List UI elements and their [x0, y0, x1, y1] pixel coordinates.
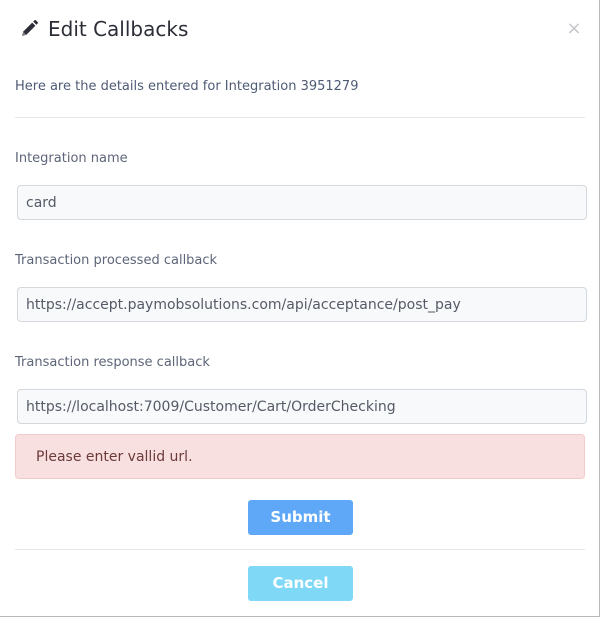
alert-message: Please enter vallid url. — [36, 449, 193, 465]
transaction-processed-callback-label: Transaction processed callback — [15, 253, 218, 268]
transaction-response-callback-input[interactable] — [17, 389, 587, 424]
header-divider — [15, 117, 585, 118]
integration-name-label: Integration name — [15, 151, 128, 166]
transaction-processed-callback-input[interactable] — [17, 287, 587, 322]
edit-callbacks-modal: Edit Callbacks × Here are the details en… — [0, 0, 600, 617]
modal-title: Edit Callbacks — [48, 17, 189, 41]
cancel-button[interactable]: Cancel — [248, 566, 353, 601]
pencil-icon — [19, 19, 39, 39]
transaction-response-callback-label: Transaction response callback — [15, 355, 210, 370]
modal-header: Edit Callbacks × — [0, 0, 599, 60]
close-icon[interactable]: × — [565, 18, 583, 40]
integration-name-input[interactable] — [17, 185, 587, 220]
submit-button[interactable]: Submit — [248, 500, 353, 535]
invalid-url-alert: Please enter vallid url. — [15, 434, 585, 479]
footer-divider — [15, 549, 585, 550]
integration-details-subtitle: Here are the details entered for Integra… — [15, 79, 359, 94]
